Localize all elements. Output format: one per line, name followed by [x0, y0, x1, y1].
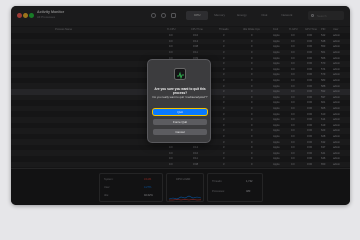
- force-quit-button[interactable]: Force Quit: [153, 119, 207, 125]
- quit-process-dialog: Are you sure you want to quit this proce…: [147, 59, 211, 143]
- cancel-button[interactable]: Cancel: [153, 129, 207, 135]
- dialog-message: Do you really want to quit “mediaanalysi…: [152, 95, 208, 99]
- quit-button[interactable]: Quit: [153, 109, 207, 115]
- dialog-title: Are you sure you want to quit this proce…: [154, 87, 206, 95]
- activity-monitor-app-icon: [174, 68, 186, 80]
